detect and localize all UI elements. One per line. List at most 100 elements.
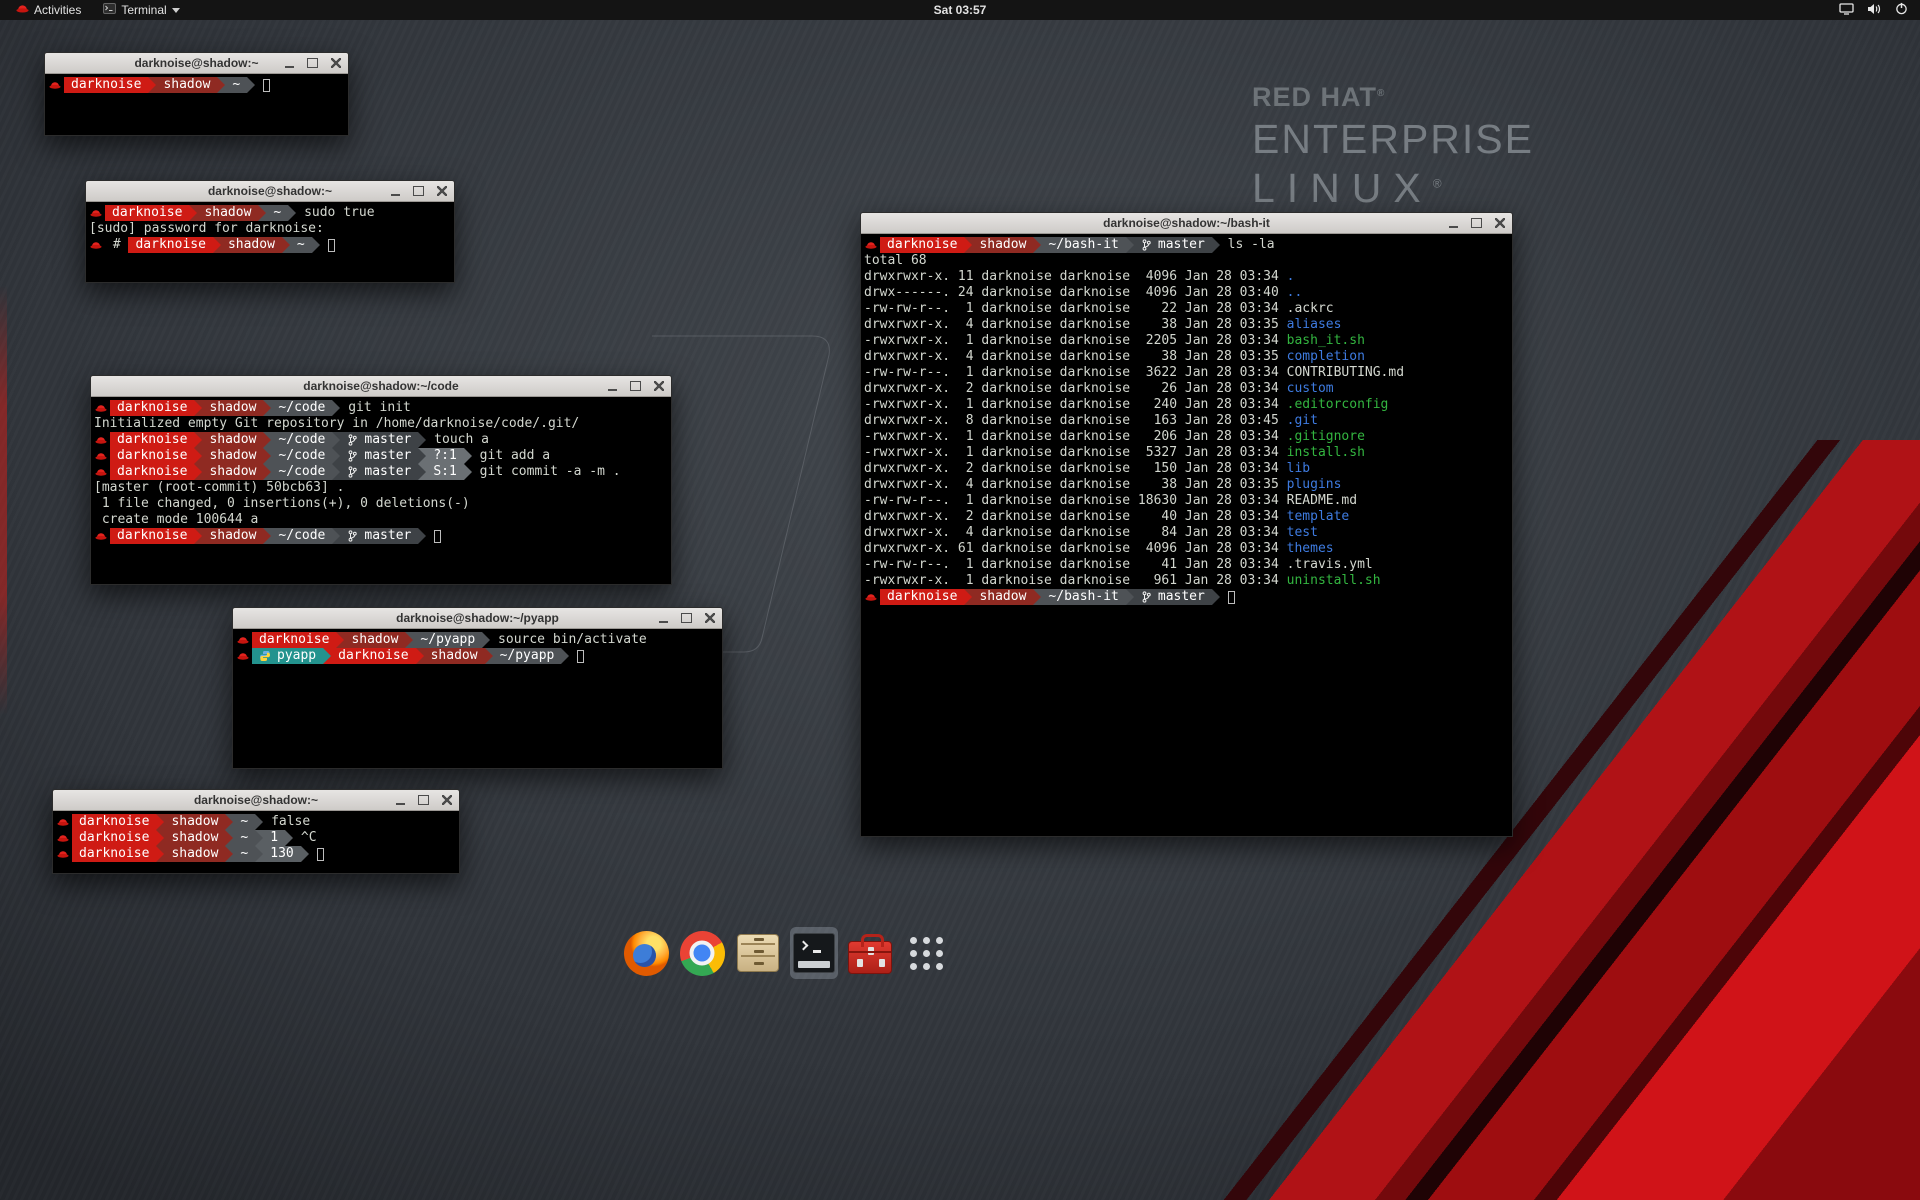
terminal-window-code[interactable]: darknoise@shadow:~/code darknoiseshadow~… xyxy=(90,375,672,585)
terminal-cursor xyxy=(317,848,324,861)
segment-separator xyxy=(194,400,202,416)
minimize-button[interactable] xyxy=(395,795,406,806)
close-button[interactable] xyxy=(704,613,715,624)
minimize-button[interactable] xyxy=(390,186,401,197)
terminal-content[interactable]: darknoiseshadow~/code git initInitialize… xyxy=(91,397,671,547)
dock-item-toolbox[interactable] xyxy=(846,927,894,979)
python-icon xyxy=(259,651,273,661)
terminal-text: sudo true xyxy=(296,205,374,221)
window-titlebar[interactable]: darknoise@shadow:~ xyxy=(53,790,459,811)
terminal-content[interactable]: darknoiseshadow~/pyapp source bin/activa… xyxy=(233,629,722,667)
activities-button[interactable]: Activities xyxy=(8,0,89,20)
clock[interactable]: Sat 03:57 xyxy=(0,3,1920,17)
minimize-button[interactable] xyxy=(607,381,618,392)
close-button[interactable] xyxy=(653,381,664,392)
terminal-text: .travis.yml xyxy=(1287,557,1373,573)
terminal-line: [master (root-commit) 50bcb63] . xyxy=(94,480,668,496)
terminal-text: plugins xyxy=(1287,477,1342,493)
redhat-icon xyxy=(56,830,72,846)
maximize-button[interactable] xyxy=(1471,218,1482,229)
terminal-text: Initialized empty Git repository in /hom… xyxy=(94,416,579,432)
segment-separator xyxy=(255,814,263,830)
prompt-segment-user: darknoise xyxy=(110,464,194,480)
close-button[interactable] xyxy=(441,795,452,806)
power-icon[interactable] xyxy=(1895,2,1908,18)
redhat-icon xyxy=(236,648,252,664)
terminal-text: create mode 100644 a xyxy=(94,512,258,528)
terminal-text: -rwxrwxr-x. 1 darknoise darknoise 961 Ja… xyxy=(864,573,1287,589)
maximize-button[interactable] xyxy=(418,795,429,806)
dock-item-app-grid[interactable] xyxy=(902,927,950,979)
segment-separator xyxy=(194,464,202,480)
redhat-icon xyxy=(94,400,110,416)
terminal-text: themes xyxy=(1287,541,1334,557)
window-titlebar[interactable]: darknoise@shadow:~/pyapp xyxy=(233,608,722,629)
top-bar: Activities Terminal Sat 03:57 xyxy=(0,0,1920,20)
dock-item-firefox[interactable] xyxy=(622,927,670,979)
redhat-icon xyxy=(56,814,72,830)
terminal-text: .. xyxy=(1287,285,1303,301)
terminal-window-sudo[interactable]: darknoise@shadow:~ darknoiseshadow~ sudo… xyxy=(85,180,455,283)
terminal-content[interactable]: darknoiseshadow~ xyxy=(45,74,348,96)
segment-separator xyxy=(405,632,413,648)
maximize-button[interactable] xyxy=(630,381,641,392)
window-titlebar[interactable]: darknoise@shadow:~ xyxy=(86,181,454,202)
terminal-content[interactable]: darknoiseshadow~ falsedarknoiseshadow~1 … xyxy=(53,811,459,865)
terminal-line: drwxrwxr-x. 8 darknoise darknoise 163 Ja… xyxy=(864,413,1509,429)
window-titlebar[interactable]: darknoise@shadow:~ xyxy=(45,53,348,74)
prompt-segment-gitstat: S:1 xyxy=(426,464,463,480)
terminal-text: uninstall.sh xyxy=(1287,573,1381,589)
terminal-text: drwx------. 24 darknoise darknoise 4096 … xyxy=(864,285,1287,301)
terminal-content[interactable]: darknoiseshadow~ sudo true[sudo] passwor… xyxy=(86,202,454,256)
minimize-button[interactable] xyxy=(1448,218,1459,229)
terminal-window-home-2[interactable]: darknoise@shadow:~ darknoiseshadow~ fals… xyxy=(52,789,460,874)
terminal-text: install.sh xyxy=(1287,445,1365,461)
terminal-window-bash-it[interactable]: darknoise@shadow:~/bash-it darknoiseshad… xyxy=(860,212,1513,837)
terminal-line: darknoiseshadow~/codemasterS:1 git commi… xyxy=(94,464,668,480)
volume-icon[interactable] xyxy=(1867,3,1882,18)
terminal-text: git add a xyxy=(472,448,550,464)
segment-separator xyxy=(285,830,293,846)
terminal-line: create mode 100644 a xyxy=(94,512,668,528)
terminal-text: custom xyxy=(1287,381,1334,397)
terminal-line: darknoiseshadow~/codemaster xyxy=(94,528,668,544)
maximize-button[interactable] xyxy=(681,613,692,624)
dock-item-terminal[interactable] xyxy=(790,927,838,979)
minimize-button[interactable] xyxy=(658,613,669,624)
display-icon[interactable] xyxy=(1839,3,1854,18)
window-titlebar[interactable]: darknoise@shadow:~/bash-it xyxy=(861,213,1512,234)
terminal-line: drwxrwxr-x. 61 darknoise darknoise 4096 … xyxy=(864,541,1509,557)
chrome-icon xyxy=(680,931,725,976)
segment-separator xyxy=(189,205,197,221)
maximize-button[interactable] xyxy=(307,58,318,69)
prompt-segment-host: shadow xyxy=(202,432,263,448)
app-menu-terminal[interactable]: Terminal xyxy=(95,0,187,20)
terminal-text: drwxrwxr-x. 2 darknoise darknoise 150 Ja… xyxy=(864,461,1287,477)
minimize-button[interactable] xyxy=(284,58,295,69)
terminal-content[interactable]: darknoiseshadow~/bash-itmaster ls -latot… xyxy=(861,234,1512,608)
chevron-down-icon xyxy=(172,8,180,13)
segment-separator xyxy=(148,77,156,93)
segment-separator xyxy=(336,632,344,648)
close-button[interactable] xyxy=(436,186,447,197)
terminal-text xyxy=(255,77,263,93)
maximize-button[interactable] xyxy=(413,186,424,197)
terminal-line: darknoiseshadow~/pyapp source bin/activa… xyxy=(236,632,719,648)
window-titlebar[interactable]: darknoise@shadow:~/code xyxy=(91,376,671,397)
dock-item-chrome[interactable] xyxy=(678,927,726,979)
close-button[interactable] xyxy=(330,58,341,69)
branch-icon xyxy=(347,466,360,478)
dock-item-files[interactable] xyxy=(734,927,782,979)
terminal-line: drwx------. 24 darknoise darknoise 4096 … xyxy=(864,285,1509,301)
segment-separator xyxy=(418,464,426,480)
terminal-window-pyapp[interactable]: darknoise@shadow:~/pyapp darknoiseshadow… xyxy=(232,607,723,769)
prompt-segment-path: ~/code xyxy=(271,464,332,480)
brand-line1: RED HAT xyxy=(1252,82,1377,112)
terminal-window-home-1[interactable]: darknoise@shadow:~ darknoiseshadow~ xyxy=(44,52,349,136)
segment-separator xyxy=(332,528,340,544)
terminal-text: CONTRIBUTING.md xyxy=(1287,365,1404,381)
terminal-line: 1 file changed, 0 insertions(+), 0 delet… xyxy=(94,496,668,512)
close-button[interactable] xyxy=(1494,218,1505,229)
terminal-text: source bin/activate xyxy=(490,632,647,648)
terminal-text xyxy=(569,648,577,664)
